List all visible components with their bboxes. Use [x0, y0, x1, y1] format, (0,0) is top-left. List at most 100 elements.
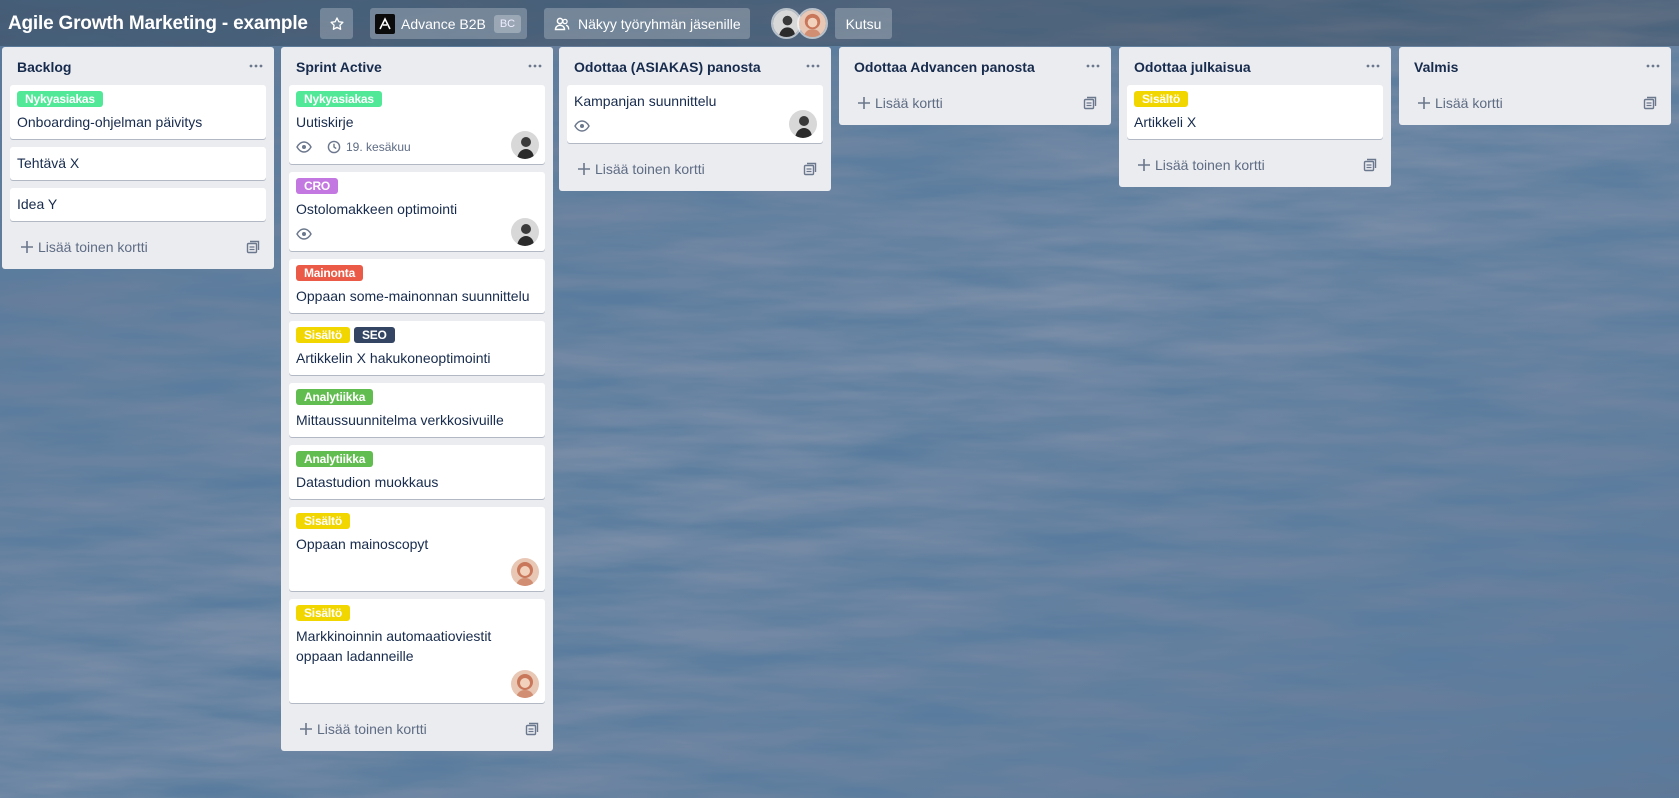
- card[interactable]: Kampanjan suunnittelu: [567, 85, 823, 143]
- member-avatar[interactable]: [797, 8, 828, 39]
- card-label[interactable]: Analytiikka: [296, 389, 374, 405]
- card-template-icon[interactable]: [1643, 96, 1657, 110]
- card-label[interactable]: Sisältö: [1134, 91, 1188, 107]
- card-title: Idea Y: [17, 196, 58, 212]
- card-label[interactable]: Nykyasiakas: [17, 91, 103, 107]
- list-title[interactable]: Valmis: [1399, 47, 1671, 85]
- team-icon: [554, 16, 570, 32]
- card[interactable]: Analytiikka Datastudion muokkaus: [289, 445, 545, 499]
- card-title: Oppaan some-mainonnan suunnittelu: [296, 288, 530, 304]
- board-title[interactable]: Agile Growth Marketing - example: [8, 11, 308, 37]
- add-card-label: Lisää kortti: [875, 95, 943, 111]
- list-menu-icon[interactable]: [1365, 59, 1381, 73]
- plus-icon: [1138, 159, 1150, 171]
- plus-icon: [578, 163, 590, 175]
- card-template-icon[interactable]: [525, 722, 539, 736]
- add-card-button[interactable]: Lisää toinen kortti: [567, 151, 823, 187]
- card-title: Markkinoinnin automaatioviestit oppaan l…: [296, 628, 492, 664]
- list-title[interactable]: Odottaa Advancen panosta: [839, 47, 1111, 85]
- list-menu-icon[interactable]: [1085, 59, 1101, 73]
- add-card-label: Lisää toinen kortti: [595, 161, 705, 177]
- plus-icon: [300, 723, 312, 735]
- list-title[interactable]: Odottaa (ASIAKAS) panosta: [559, 47, 831, 85]
- list-menu-icon[interactable]: [805, 59, 821, 73]
- clock-icon: [327, 140, 341, 154]
- card[interactable]: CRO Ostolomakkeen optimointi: [289, 172, 545, 251]
- add-card-button[interactable]: Lisää toinen kortti: [289, 711, 545, 747]
- card-title: Ostolomakkeen optimointi: [296, 201, 458, 217]
- due-date-badge[interactable]: 19. kesäkuu: [327, 140, 411, 154]
- list-title[interactable]: Odottaa julkaisua: [1119, 47, 1391, 85]
- add-card-button[interactable]: Lisää kortti: [847, 85, 1103, 121]
- card-template-icon[interactable]: [1363, 158, 1377, 172]
- list-title-text: Sprint Active: [296, 59, 382, 75]
- card-member-avatar[interactable]: [789, 110, 817, 138]
- card-title: Oppaan mainoscopyt: [296, 536, 429, 552]
- card[interactable]: Nykyasiakas Onboarding-ohjelman päivitys: [10, 85, 266, 139]
- watch-badge: [574, 120, 595, 132]
- card-label[interactable]: Nykyasiakas: [296, 91, 382, 107]
- list-valmis: Valmis Lisää kortti: [1399, 47, 1671, 125]
- visibility-label: Näkyy työryhmän jäsenille: [578, 15, 741, 32]
- due-date-text: 19. kesäkuu: [346, 140, 411, 154]
- card-title: Mittaussuunnitelma verkkosivuille: [296, 412, 504, 428]
- star-icon: [329, 16, 344, 30]
- eye-icon: [296, 141, 312, 153]
- card-label[interactable]: SEO: [353, 327, 395, 343]
- add-card-label: Lisää toinen kortti: [38, 239, 148, 255]
- watch-badge: [296, 141, 317, 153]
- card[interactable]: Analytiikka Mittaussuunnitelma verkkosiv…: [289, 383, 545, 437]
- list-title-text: Odottaa julkaisua: [1134, 59, 1251, 75]
- invite-button[interactable]: Kutsu: [835, 8, 892, 39]
- add-card-button[interactable]: Lisää toinen kortti: [1127, 147, 1383, 183]
- list-title[interactable]: Backlog: [2, 47, 274, 85]
- card[interactable]: Sisältö SEO Artikkelin X hakukoneoptimoi…: [289, 321, 545, 375]
- card[interactable]: Sisältö Artikkeli X: [1127, 85, 1383, 139]
- card-template-icon[interactable]: [1083, 96, 1097, 110]
- organization-badge: BC: [493, 14, 522, 33]
- list-title[interactable]: Sprint Active: [281, 47, 553, 85]
- list-title-text: Odottaa (ASIAKAS) panosta: [574, 59, 761, 75]
- card-template-icon[interactable]: [803, 162, 817, 176]
- visibility-button[interactable]: Näkyy työryhmän jäsenille: [544, 8, 750, 39]
- card-template-icon[interactable]: [246, 240, 260, 254]
- card-member-avatar[interactable]: [511, 218, 539, 246]
- card-member-avatar[interactable]: [511, 670, 539, 698]
- member-avatars: [771, 8, 831, 39]
- card-member-avatar[interactable]: [511, 558, 539, 586]
- list-menu-icon[interactable]: [248, 59, 264, 73]
- add-card-label: Lisää toinen kortti: [317, 721, 427, 737]
- list-odottaa-advance: Odottaa Advancen panosta Lisää kortti: [839, 47, 1111, 125]
- organization-button[interactable]: Advance B2B BC: [370, 8, 527, 39]
- card-label[interactable]: Sisältö: [296, 605, 350, 621]
- plus-icon: [858, 97, 870, 109]
- card-title: Artikkelin X hakukoneoptimointi: [296, 350, 491, 366]
- list-title-text: Odottaa Advancen panosta: [854, 59, 1035, 75]
- card-label[interactable]: Sisältö: [296, 327, 350, 343]
- plus-icon: [1418, 97, 1430, 109]
- board-header: Agile Growth Marketing - example Advance…: [0, 0, 1679, 46]
- card-label[interactable]: Mainonta: [296, 265, 364, 281]
- card[interactable]: Sisältö Oppaan mainoscopyt: [289, 507, 545, 591]
- add-card-button[interactable]: Lisää kortti: [1407, 85, 1663, 121]
- card[interactable]: Sisältö Markkinoinnin automaatioviestit …: [289, 599, 545, 703]
- card-label[interactable]: CRO: [296, 178, 339, 194]
- list-backlog: Backlog Nykyasiakas Onboarding-ohjelman …: [2, 47, 274, 269]
- card[interactable]: Nykyasiakas Uutiskirje 19. kesäkuu: [289, 85, 545, 164]
- card[interactable]: Tehtävä X: [10, 147, 266, 180]
- watch-badge: [296, 228, 317, 240]
- list-odottaa-julkaisua: Odottaa julkaisua Sisältö Artikkeli X Li…: [1119, 47, 1391, 187]
- card-title: Onboarding-ohjelman päivitys: [17, 114, 203, 130]
- card-member-avatar[interactable]: [511, 131, 539, 159]
- add-card-button[interactable]: Lisää toinen kortti: [10, 229, 266, 265]
- star-button[interactable]: [320, 8, 353, 39]
- card[interactable]: Idea Y: [10, 188, 266, 221]
- card-title: Artikkeli X: [1134, 114, 1197, 130]
- card-title: Tehtävä X: [17, 155, 80, 171]
- card-label[interactable]: Sisältö: [296, 513, 350, 529]
- list-menu-icon[interactable]: [1645, 59, 1661, 73]
- card-label[interactable]: Analytiikka: [296, 451, 374, 467]
- card-title: Datastudion muokkaus: [296, 474, 439, 490]
- card[interactable]: Mainonta Oppaan some-mainonnan suunnitte…: [289, 259, 545, 313]
- list-menu-icon[interactable]: [527, 59, 543, 73]
